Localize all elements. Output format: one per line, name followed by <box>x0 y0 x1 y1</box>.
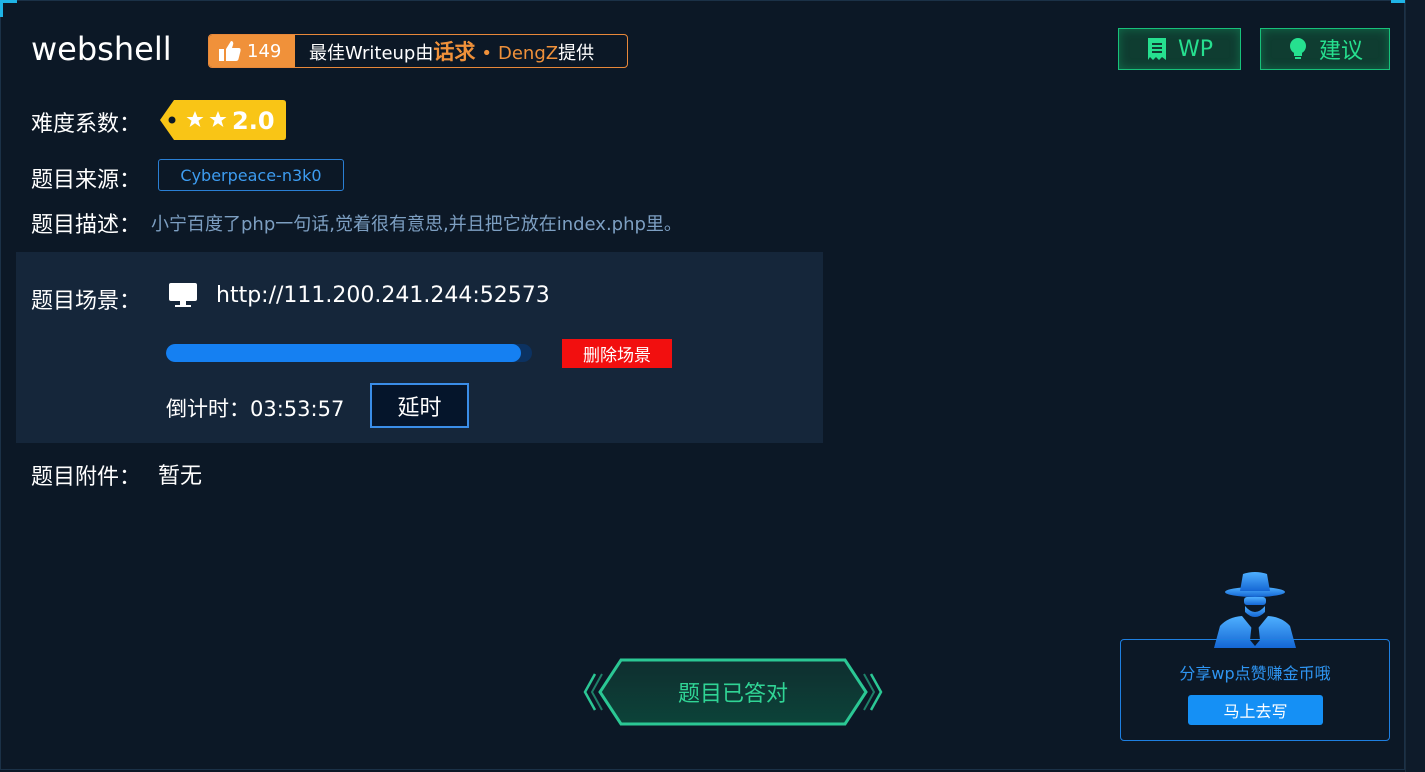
answered-status: 题目已答对 <box>677 682 788 707</box>
suggest-label: 建议 <box>1318 39 1363 64</box>
writeup-prefix: 最佳Writeup由 <box>309 43 434 64</box>
scene-label: 题目场景： <box>31 289 142 314</box>
source-tag[interactable]: Cyberpeace-n3k0 <box>158 159 344 191</box>
description-text: 小宁百度了php一句话,觉着很有意思,并且把它放在index.php里。 <box>151 214 682 235</box>
challenge-title: webshell <box>31 30 172 68</box>
write-now-button[interactable]: 马上去写 <box>1188 695 1323 725</box>
monitor-icon <box>169 283 197 307</box>
wp-button[interactable]: WP <box>1118 28 1241 70</box>
countdown-label: 倒计时： <box>166 397 250 421</box>
difficulty-value: 2.0 <box>232 107 275 135</box>
share-writeup-box <box>1120 639 1390 741</box>
difficulty-label: 难度系数： <box>31 112 142 137</box>
wp-label: WP <box>1177 36 1214 62</box>
share-text: 分享wp点赞赚金币哦 <box>1179 664 1331 683</box>
hacker-icon <box>1214 572 1296 648</box>
scrollbar[interactable] <box>1405 0 1425 772</box>
lightbulb-icon <box>1289 38 1306 59</box>
thumbs-up-icon <box>219 41 241 61</box>
like-count: 149 <box>247 40 282 62</box>
document-icon <box>1147 38 1166 60</box>
scene-progress-fill <box>166 344 522 362</box>
like-button[interactable]: 149 <box>209 35 295 67</box>
writeup-coauthor[interactable]: DengZ <box>498 43 558 64</box>
attachment-label: 题目附件： <box>31 465 142 490</box>
countdown-value: 03:53:57 <box>250 397 345 421</box>
description-label: 题目描述： <box>31 213 142 238</box>
extend-time-button[interactable]: 延时 <box>370 383 469 428</box>
scene-url[interactable]: http://111.200.241.244:52573 <box>216 283 550 308</box>
difficulty-rating: 2.0 <box>158 100 288 144</box>
writeup-badge[interactable]: 149 最佳Writeup由话求 • DengZ提供 <box>208 34 628 68</box>
writeup-credit: 最佳Writeup由话求 • DengZ提供 <box>295 36 594 66</box>
writeup-suffix: 提供 <box>558 43 595 64</box>
attachment-value: 暂无 <box>158 464 203 489</box>
writeup-author[interactable]: 话求 <box>433 40 475 64</box>
writeup-bullet: • <box>481 43 492 64</box>
corner-decoration <box>0 0 17 17</box>
countdown: 倒计时：03:53:57 <box>166 393 344 423</box>
source-label: 题目来源： <box>31 168 142 193</box>
suggest-button[interactable]: 建议 <box>1260 28 1390 70</box>
delete-scene-button[interactable]: 删除场景 <box>562 339 672 368</box>
scene-progress-bar <box>166 344 532 362</box>
